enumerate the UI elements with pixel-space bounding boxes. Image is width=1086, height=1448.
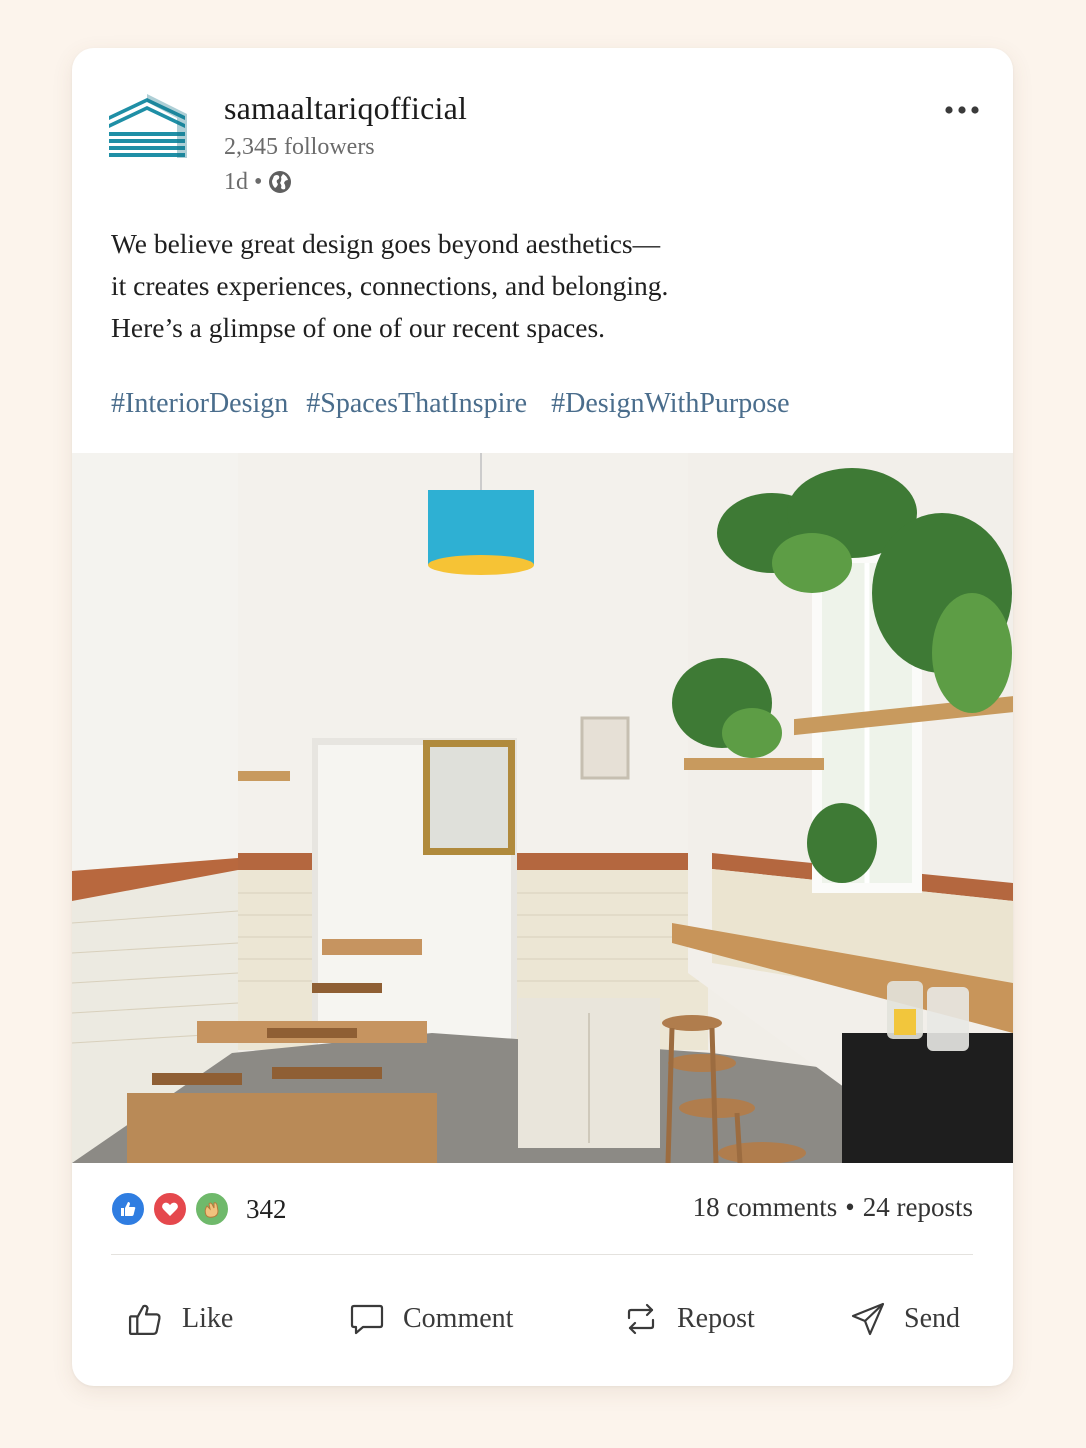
- reaction-summary[interactable]: 342: [110, 1190, 287, 1228]
- more-horizontal-icon: [945, 106, 979, 114]
- post-actions-bar: Like Comment Repost Send: [72, 1293, 1013, 1345]
- comment-label: Comment: [403, 1303, 514, 1334]
- post-text-line: We believe great design goes beyond aest…: [111, 228, 661, 259]
- post-text-line: it creates experiences, connections, and…: [111, 270, 669, 301]
- follower-count: 2,345 followers: [224, 134, 375, 160]
- like-button[interactable]: Like: [127, 1293, 233, 1345]
- hashtag-link[interactable]: #SpacesThatInspire: [306, 384, 527, 424]
- comment-button[interactable]: Comment: [349, 1293, 513, 1345]
- globe-icon: [269, 171, 292, 193]
- more-options-button[interactable]: [941, 98, 983, 122]
- repost-button[interactable]: Repost: [623, 1293, 755, 1345]
- send-button[interactable]: Send: [850, 1293, 960, 1345]
- like-reaction-icon: [110, 1191, 146, 1227]
- celebrate-reaction-icon: [194, 1191, 230, 1227]
- hashtag-link[interactable]: #DesignWithPurpose: [551, 384, 789, 424]
- like-label: Like: [182, 1303, 234, 1334]
- post-text-line: Here’s a glimpse of one of our recent sp…: [111, 312, 606, 343]
- stats-separator: •: [845, 1192, 855, 1222]
- post-body: We believe great design goes beyond aest…: [111, 223, 971, 349]
- comments-count-link[interactable]: 18 comments: [693, 1192, 838, 1223]
- repost-icon: [627, 1303, 655, 1335]
- repost-label: Repost: [677, 1303, 755, 1334]
- love-reaction-icon: [152, 1191, 188, 1227]
- post-time: 1d: [224, 169, 248, 195]
- hashtag-link[interactable]: #InteriorDesign: [111, 384, 288, 424]
- send-icon: [851, 1302, 885, 1336]
- author-name[interactable]: samaaltariqofficial: [224, 88, 467, 128]
- post-meta: 1d •: [224, 167, 292, 197]
- meta-separator: •: [254, 169, 263, 195]
- engagement-stats: 18 comments • 24 reposts: [693, 1192, 973, 1223]
- post-card: samaaltariqofficial 2,345 followers 1d •…: [72, 48, 1013, 1386]
- comment-icon: [350, 1304, 384, 1335]
- post-image[interactable]: [72, 453, 1013, 1163]
- actions-divider: [111, 1254, 973, 1255]
- building-stripes-logo[interactable]: [109, 94, 187, 160]
- thumbs-up-icon: [128, 1304, 161, 1335]
- hashtag-list: #InteriorDesign #SpacesThatInspire #Desi…: [111, 384, 790, 424]
- reposts-count-link[interactable]: 24 reposts: [863, 1192, 973, 1223]
- send-label: Send: [904, 1303, 960, 1334]
- reaction-count: 342: [246, 1193, 287, 1224]
